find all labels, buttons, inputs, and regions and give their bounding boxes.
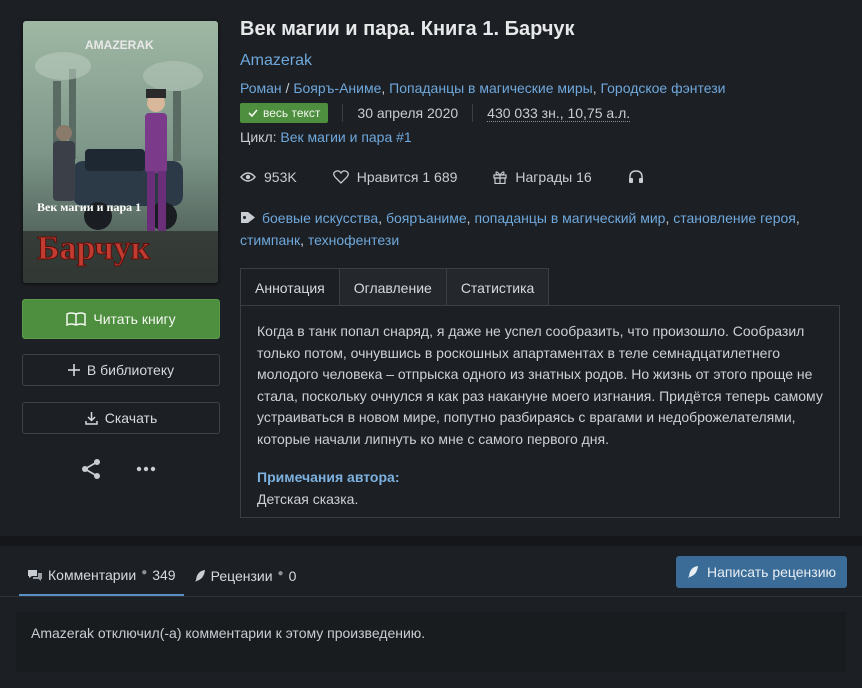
genre-link-2[interactable]: Попаданцы в магические миры [389, 80, 593, 96]
publish-date: 30 апреля 2020 [357, 105, 459, 121]
awards-count: Награды 16 [515, 169, 592, 185]
write-review-label: Написать рецензию [706, 564, 837, 580]
tag-link[interactable]: попаданцы в магический мир [474, 210, 665, 226]
book-meta: весь текст 30 апреля 2020 430 033 зн., 1… [240, 102, 631, 124]
heart-icon [332, 170, 349, 184]
tab-statistics[interactable]: Статистика [445, 268, 550, 306]
comments-divider [0, 596, 862, 597]
write-review-button[interactable]: Написать рецензию [676, 556, 847, 588]
annotation-text: Когда в танк попал снаряд, я даже не усп… [257, 323, 823, 447]
annotation-panel: Когда в танк попал снаряд, я даже не усп… [240, 305, 840, 518]
more-options-icon[interactable] [136, 466, 156, 472]
tab-reviews-label: Рецензии [210, 568, 273, 584]
tag-link[interactable]: стимпанк [240, 232, 300, 248]
share-actions [80, 458, 160, 480]
cover-title: Барчук [37, 230, 151, 267]
feather-icon [194, 570, 205, 582]
likes-count: Нравится 1 689 [356, 169, 458, 185]
download-label: Скачать [104, 410, 158, 426]
status-badge: весь текст [240, 103, 329, 123]
tag-link[interactable]: бояръаниме [386, 210, 467, 226]
reviews-count: 0 [288, 568, 297, 584]
share-icon[interactable] [80, 458, 102, 480]
headphones-icon [628, 170, 643, 183]
tab-contents[interactable]: Оглавление [338, 268, 447, 306]
tab-reviews[interactable]: Рецензии ● 0 [186, 556, 305, 596]
comments-tabs: Комментарии ● 349 Рецензии ● 0 [19, 556, 304, 596]
book-title: Век магии и пара. Книга 1. Барчук [240, 18, 575, 40]
comments-disabled-text: Amazerak отключил(-а) комментарии к этом… [31, 625, 426, 641]
cycle-link[interactable]: Век магии и пара #1 [280, 129, 411, 145]
comments-icon [28, 569, 42, 581]
genres: Роман / Бояръ-Аниме, Попаданцы в магичес… [240, 80, 726, 96]
genre-separator: / [281, 80, 294, 96]
audio-stat[interactable] [628, 170, 644, 184]
gift-icon [493, 171, 508, 184]
open-book-icon [66, 312, 87, 326]
book-size: 430 033 зн., 10,75 а.л. [487, 104, 631, 122]
tab-comments[interactable]: Комментарии ● 349 [19, 556, 184, 596]
status-badge-label: весь текст [263, 106, 321, 120]
genre-link-3[interactable]: Городское фэнтези [601, 80, 726, 96]
download-icon [85, 411, 98, 425]
read-book-label: Читать книгу [93, 311, 176, 327]
meta-divider [472, 104, 474, 122]
cover-author: AMAZERAK [85, 38, 154, 52]
book-tabs: Аннотация Оглавление Статистика [240, 268, 550, 306]
count-dot: ● [277, 567, 284, 579]
plus-icon [67, 364, 80, 376]
read-book-button[interactable]: Читать книгу [22, 299, 220, 339]
feather-icon [687, 566, 698, 578]
tag-link[interactable]: боевые искусства [262, 210, 378, 226]
cycle: Цикл: Век магии и пара #1 [240, 129, 412, 145]
author-notes-text: Детская сказка. [257, 490, 359, 507]
cycle-label: Цикл: [240, 129, 281, 145]
genre-link-main[interactable]: Роман [240, 80, 282, 96]
meta-divider [342, 104, 344, 122]
tags: боевые искусства, бояръаниме, попаданцы … [240, 210, 800, 248]
tab-annotation[interactable]: Аннотация [240, 268, 340, 306]
cover-series: Век магии и пара 1 [37, 200, 141, 214]
views-stat: 953K [240, 169, 297, 185]
tab-comments-label: Комментарии [48, 567, 137, 583]
checkmark-icon [248, 109, 258, 117]
eye-icon [240, 172, 256, 182]
comments-disabled-notice: Amazerak отключил(-а) комментарии к этом… [16, 612, 846, 672]
awards-stat[interactable]: Награды 16 [493, 169, 592, 185]
tag-link[interactable]: становление героя [673, 210, 796, 226]
author-notes-title: Примечания автора: [257, 469, 400, 485]
likes-stat[interactable]: Нравится 1 689 [332, 169, 458, 185]
add-to-library-label: В библиотеку [86, 362, 175, 378]
tag-link[interactable]: технофентези [308, 232, 399, 248]
tag-icon [241, 212, 255, 223]
views-count: 953K [264, 169, 297, 185]
genre-link-1[interactable]: Бояръ-Аниме [293, 80, 381, 96]
count-dot: ● [141, 566, 148, 578]
download-button[interactable]: Скачать [22, 402, 220, 434]
comments-count: 349 [152, 567, 176, 583]
book-stats: 953K Нравится 1 689 Награды 16 [240, 167, 680, 187]
author-link[interactable]: Amazerak [240, 52, 312, 70]
book-cover[interactable]: AMAZERAK Век магии и пара 1 Барчук [23, 21, 218, 283]
add-to-library-button[interactable]: В библиотеку [22, 354, 220, 386]
